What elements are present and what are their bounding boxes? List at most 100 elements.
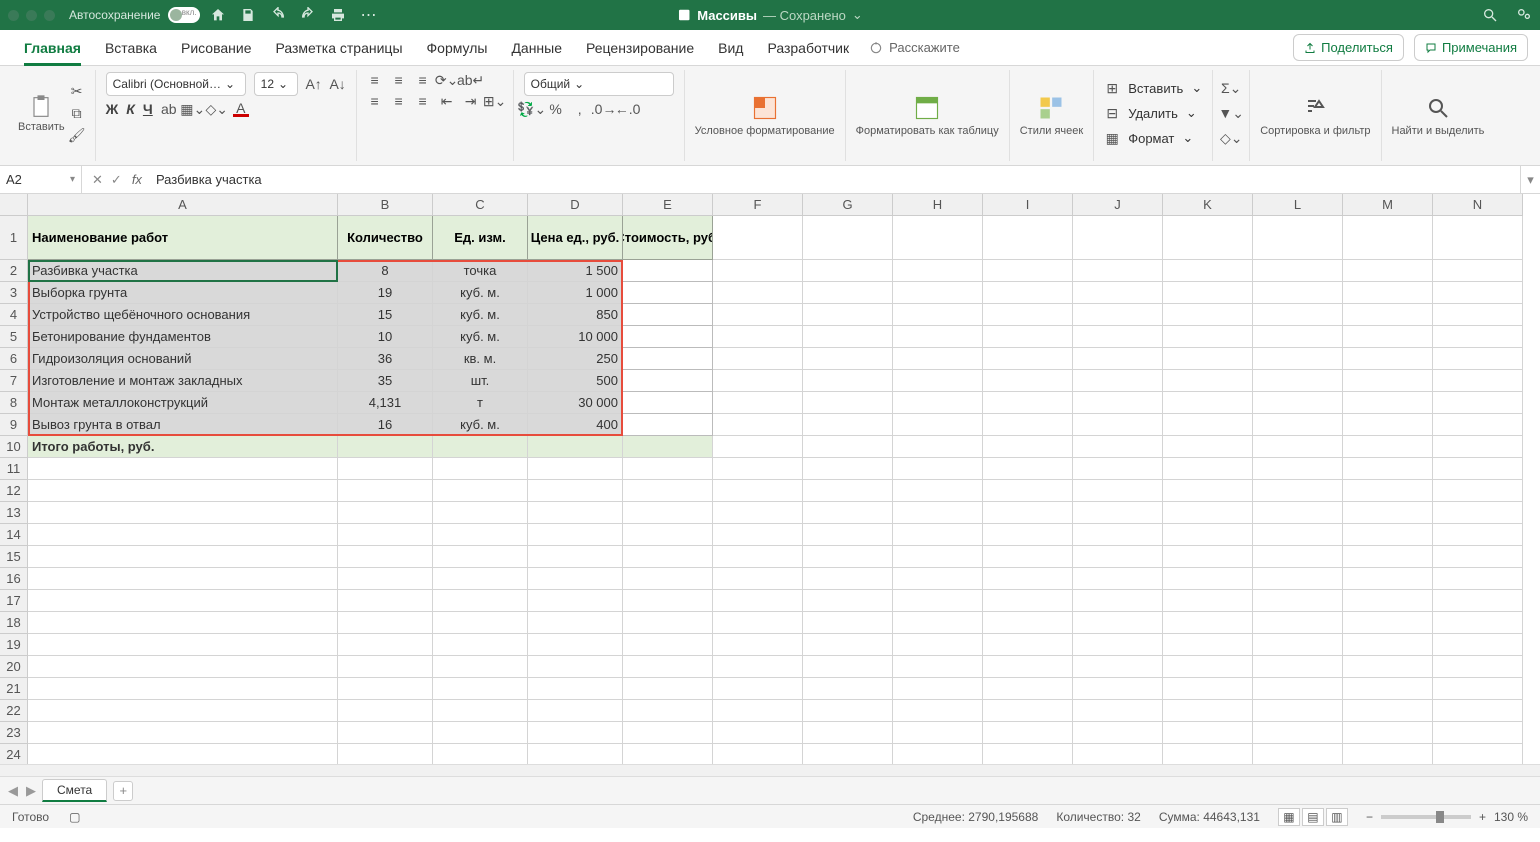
fill-icon[interactable]: ▼⌄	[1223, 105, 1239, 121]
cell[interactable]: Гидроизоляция оснований	[28, 348, 338, 370]
format-painter-icon[interactable]: 🖌	[69, 127, 85, 143]
cell[interactable]	[433, 700, 528, 722]
cell[interactable]	[623, 282, 713, 304]
cell[interactable]	[713, 524, 803, 546]
cell[interactable]	[1433, 392, 1523, 414]
cell[interactable]	[713, 282, 803, 304]
cell[interactable]	[528, 502, 623, 524]
cut-icon[interactable]: ✂	[69, 83, 85, 99]
cell[interactable]	[1343, 260, 1433, 282]
cell[interactable]	[1163, 370, 1253, 392]
cell[interactable]	[623, 304, 713, 326]
cell[interactable]	[28, 634, 338, 656]
cell[interactable]	[1433, 326, 1523, 348]
cell[interactable]	[1253, 216, 1343, 260]
autosum-icon[interactable]: Σ⌄	[1223, 80, 1239, 96]
cell[interactable]	[1163, 612, 1253, 634]
cell[interactable]	[713, 458, 803, 480]
cell[interactable]	[623, 436, 713, 458]
cell[interactable]	[1073, 612, 1163, 634]
row-header[interactable]: 22	[0, 700, 28, 722]
cell[interactable]	[528, 546, 623, 568]
row-header[interactable]: 18	[0, 612, 28, 634]
cell[interactable]	[1343, 304, 1433, 326]
cell[interactable]: Стоимость, руб.	[623, 216, 713, 260]
cell[interactable]	[983, 260, 1073, 282]
cell[interactable]	[623, 546, 713, 568]
cell[interactable]	[1163, 568, 1253, 590]
cell[interactable]	[528, 436, 623, 458]
cell[interactable]	[1163, 656, 1253, 678]
row-header[interactable]: 1	[0, 216, 28, 260]
cell[interactable]	[803, 678, 893, 700]
cell[interactable]	[1433, 656, 1523, 678]
cell[interactable]	[803, 282, 893, 304]
cell[interactable]	[893, 458, 983, 480]
cell[interactable]	[1073, 282, 1163, 304]
cell[interactable]	[983, 524, 1073, 546]
cell[interactable]	[338, 546, 433, 568]
cell[interactable]	[1433, 590, 1523, 612]
cell[interactable]	[983, 546, 1073, 568]
cell[interactable]: 15	[338, 304, 433, 326]
cell[interactable]	[803, 722, 893, 744]
cell[interactable]	[893, 260, 983, 282]
cell[interactable]	[1343, 612, 1433, 634]
cell[interactable]	[338, 722, 433, 744]
cell[interactable]	[803, 304, 893, 326]
cell[interactable]	[803, 370, 893, 392]
cell[interactable]	[338, 502, 433, 524]
autosave-toggle[interactable]: вкл.	[168, 7, 200, 23]
undo-icon[interactable]	[270, 7, 286, 23]
cell[interactable]	[1343, 568, 1433, 590]
row-header[interactable]: 9	[0, 414, 28, 436]
zoom-out-icon[interactable]: −	[1366, 810, 1373, 824]
cell[interactable]	[528, 634, 623, 656]
cell[interactable]	[803, 480, 893, 502]
cell[interactable]	[28, 568, 338, 590]
cell[interactable]	[713, 656, 803, 678]
cell[interactable]	[623, 700, 713, 722]
cell[interactable]: 10 000	[528, 326, 623, 348]
cell[interactable]	[1343, 722, 1433, 744]
cell[interactable]	[338, 700, 433, 722]
cell[interactable]	[1253, 282, 1343, 304]
page-layout-icon[interactable]: ▤	[1302, 808, 1324, 826]
cell[interactable]	[433, 436, 528, 458]
cell[interactable]	[623, 414, 713, 436]
select-all-button[interactable]	[0, 194, 28, 216]
cell[interactable]	[713, 216, 803, 260]
comma-icon[interactable]: ,	[572, 101, 588, 117]
cell[interactable]	[983, 458, 1073, 480]
cell[interactable]	[338, 524, 433, 546]
align-right-icon[interactable]: ≡	[415, 93, 431, 109]
cell[interactable]	[803, 612, 893, 634]
cell[interactable]	[893, 656, 983, 678]
cell[interactable]	[433, 612, 528, 634]
column-header[interactable]: N	[1433, 194, 1523, 216]
font-color-icon[interactable]: A	[233, 101, 249, 117]
tell-me[interactable]: Расскажите	[869, 40, 960, 55]
cell[interactable]: 10	[338, 326, 433, 348]
borders-icon[interactable]: ▦⌄	[185, 101, 201, 117]
number-format-select[interactable]: Общий⌄	[524, 72, 674, 96]
clear-icon[interactable]: ◇⌄	[1223, 130, 1239, 146]
cell[interactable]	[1073, 546, 1163, 568]
sheet-tab[interactable]: Смета	[42, 779, 107, 802]
cell[interactable]: Количество	[338, 216, 433, 260]
cell[interactable]	[713, 260, 803, 282]
cell[interactable]	[1433, 700, 1523, 722]
cell[interactable]	[983, 590, 1073, 612]
cell[interactable]	[433, 480, 528, 502]
cell[interactable]	[1343, 744, 1433, 764]
cell[interactable]	[1163, 546, 1253, 568]
cell[interactable]	[433, 722, 528, 744]
cell[interactable]	[1343, 656, 1433, 678]
outdent-icon[interactable]: ⇤	[439, 93, 455, 109]
column-header[interactable]: E	[623, 194, 713, 216]
dec-decimal-icon[interactable]: ←.0	[620, 101, 636, 117]
cell[interactable]	[713, 326, 803, 348]
row-header[interactable]: 12	[0, 480, 28, 502]
enter-icon[interactable]: ✓	[111, 172, 122, 188]
cell[interactable]	[713, 612, 803, 634]
